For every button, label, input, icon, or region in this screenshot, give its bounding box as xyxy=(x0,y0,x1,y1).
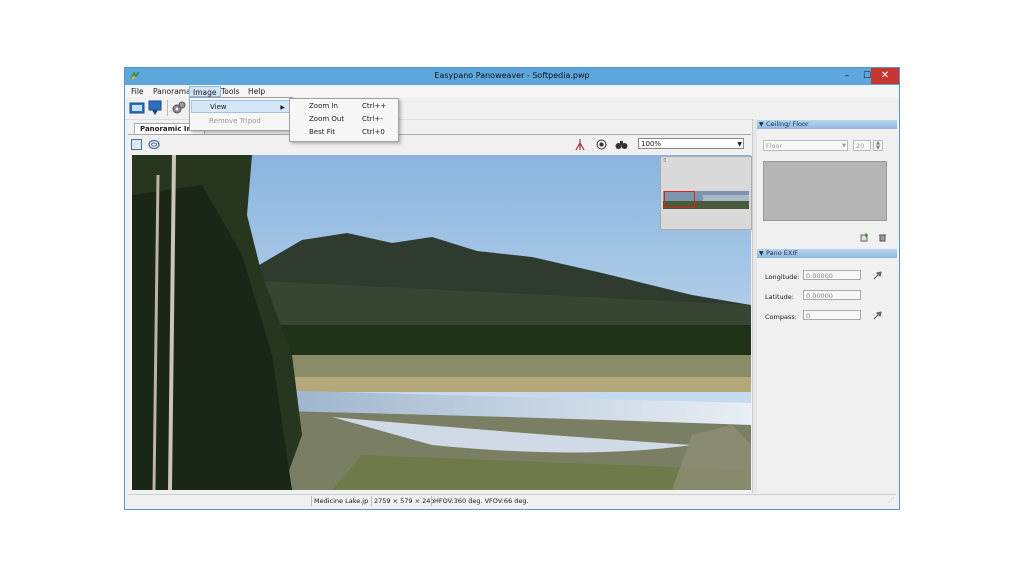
menu-item-best-fit[interactable]: Best Fit Ctrl+0 xyxy=(290,126,396,139)
floor-type-select[interactable]: Floor ▼ xyxy=(763,140,848,151)
app-window: Easypano Panoweaver - Softpedia.pwp – ☐ … xyxy=(124,67,900,510)
viewport-indicator[interactable] xyxy=(664,191,695,208)
submenu-arrow-icon: ▶ xyxy=(280,104,285,111)
view-toolbar: 100% ▼ xyxy=(128,137,751,153)
delete-trash-icon[interactable] xyxy=(878,233,887,242)
new-panorama-icon[interactable] xyxy=(129,100,145,116)
binoculars-icon[interactable] xyxy=(615,139,628,150)
rectangle-select-icon[interactable] xyxy=(131,139,142,150)
latitude-label: Latitude: xyxy=(765,293,794,301)
sphere-view-icon[interactable] xyxy=(148,139,160,150)
status-fov: HFOV:360 deg. VFOV:66 deg. xyxy=(431,496,529,506)
panorama-landscape-image xyxy=(132,155,751,490)
image-menu-dropdown: View ▶ Remove Tripod xyxy=(189,97,293,131)
best-fit-label: Best Fit xyxy=(309,128,335,136)
floor-type-value: Floor xyxy=(766,142,783,150)
resize-grip-icon[interactable]: ⋰ xyxy=(888,497,894,504)
collapse-arrow-icon: ▼ xyxy=(759,121,764,128)
floor-size-input[interactable]: 20 xyxy=(853,140,871,151)
tab-divider xyxy=(128,134,751,135)
title-bar: Easypano Panoweaver - Softpedia.pwp – ☐ … xyxy=(125,68,899,85)
pano-exif-header[interactable]: ▼ Pano EXIF xyxy=(757,249,897,258)
ceiling-floor-preview xyxy=(763,161,887,221)
menu-item-view[interactable]: View ▶ xyxy=(191,100,290,113)
target-icon[interactable] xyxy=(596,139,607,150)
tripod-icon[interactable] xyxy=(574,138,586,151)
ceiling-floor-header[interactable]: ▼ Ceiling/ Floor xyxy=(757,120,897,129)
pick-location-icon[interactable] xyxy=(873,271,882,280)
save-panorama-icon[interactable] xyxy=(147,100,163,116)
compass-field[interactable]: 0 xyxy=(803,310,861,320)
menu-item-remove-tripod[interactable]: Remove Tripod xyxy=(191,115,290,128)
status-filename: Medicine Lake.jp xyxy=(311,496,368,506)
menu-bar: File Panorama Image Tools Help xyxy=(125,85,899,97)
longitude-field[interactable]: 0.00000 xyxy=(803,270,861,280)
ceiling-floor-title: Ceiling/ Floor xyxy=(766,120,809,128)
panorama-photo[interactable] xyxy=(132,155,751,490)
zoom-level-value: 100% xyxy=(641,140,662,148)
zoom-in-label: Zoom In xyxy=(309,102,338,110)
chevron-down-icon: ▼ xyxy=(842,143,846,149)
import-image-icon[interactable] xyxy=(860,233,869,242)
collapse-arrow-icon: ▼ xyxy=(759,250,764,257)
zoom-out-label: Zoom Out xyxy=(309,115,345,123)
menu-image[interactable]: Image xyxy=(189,86,221,97)
navigator-grip-icon: ⠿ xyxy=(663,158,667,164)
status-dimensions: 2759 × 579 × 24b xyxy=(371,496,435,506)
view-submenu: Zoom In Ctrl++ Zoom Out Ctrl+- Best Fit … xyxy=(289,98,399,142)
floor-size-stepper[interactable]: ▲ ▼ xyxy=(873,140,883,151)
window-title: Easypano Panoweaver - Softpedia.pwp xyxy=(434,71,590,80)
toolbar-separator xyxy=(167,100,168,116)
menu-item-zoom-out[interactable]: Zoom Out Ctrl+- xyxy=(290,113,396,126)
panoramic-image-panel: Panoramic Ima 100% ▼ ⠿ xyxy=(128,121,752,493)
minimize-button[interactable]: – xyxy=(837,68,857,84)
properties-panel: ▼ Ceiling/ Floor Floor ▼ 20 ▲ ▼ ▼ Pano EX… xyxy=(757,119,899,493)
zoom-out-shortcut: Ctrl+- xyxy=(362,115,383,123)
pick-compass-icon[interactable] xyxy=(873,311,882,320)
close-button[interactable]: ✕ xyxy=(871,68,899,84)
zoom-level-select[interactable]: 100% ▼ xyxy=(638,138,744,149)
settings-gears-icon[interactable] xyxy=(171,100,187,116)
best-fit-shortcut: Ctrl+0 xyxy=(362,128,385,136)
menu-item-zoom-in[interactable]: Zoom In Ctrl++ xyxy=(290,100,396,113)
menu-file[interactable]: File xyxy=(128,86,147,97)
longitude-label: Longitude: xyxy=(765,273,800,281)
menu-tools[interactable]: Tools xyxy=(218,86,242,97)
latitude-field[interactable]: 0.00000 xyxy=(803,290,861,300)
menu-panorama[interactable]: Panorama xyxy=(150,86,194,97)
navigator-preview[interactable]: ⠿ xyxy=(660,156,752,230)
status-bar: Medicine Lake.jp 2759 × 579 × 24b HFOV:3… xyxy=(128,494,896,507)
menu-help[interactable]: Help xyxy=(245,86,268,97)
zoom-in-shortcut: Ctrl++ xyxy=(362,102,387,110)
pano-exif-title: Pano EXIF xyxy=(766,249,798,257)
menu-item-view-label: View xyxy=(210,103,227,111)
compass-label: Compass: xyxy=(765,313,797,321)
chevron-down-icon: ▼ xyxy=(737,141,742,148)
